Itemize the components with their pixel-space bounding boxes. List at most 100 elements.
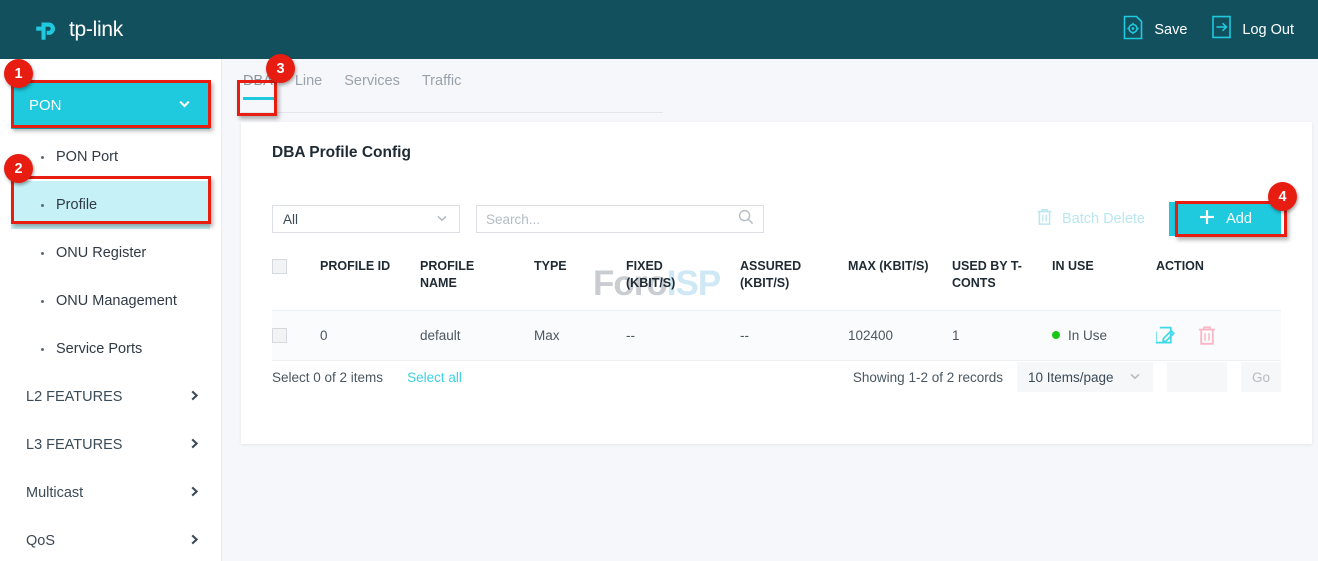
save-button[interactable]: Save [1121,15,1187,45]
chevron-down-icon [1128,369,1142,386]
logout-label: Log Out [1242,22,1294,38]
col-line1: ASSURED [740,258,848,275]
filter-select-value: All [283,212,298,227]
row-select-cell [272,310,320,360]
cell-max: 102400 [848,310,952,360]
bullet-icon [41,348,44,351]
column-used-by-tconts: USED BY T- CONTS [952,248,1052,310]
search-box[interactable] [476,205,764,233]
sidebar-group-multicast[interactable]: Multicast [0,469,221,517]
sidebar-group-l2-features[interactable]: L2 FEATURES [0,373,221,421]
sidebar-group-l3-features[interactable]: L3 FEATURES [0,421,221,469]
select-all-checkbox[interactable] [272,259,287,274]
col-line1: TYPE [534,258,626,275]
col-line1: MAX (KBIT/S) [848,258,952,275]
chevron-right-icon [188,437,201,454]
column-type: TYPE [534,248,626,310]
tp-link-logo-icon [32,15,62,45]
select-all-link[interactable]: Select all [407,370,462,385]
cell-profile-name: default [420,310,534,360]
col-line2: (KBIT/S) [740,275,848,292]
sidebar-item-label: PON Port [56,149,118,165]
tab-line[interactable]: Line [284,73,333,99]
chevron-right-icon [188,485,201,502]
app-root: tp-link S [0,0,1318,561]
table-row[interactable]: 0 default Max -- -- 102400 1 In Use [272,310,1281,360]
select-all-header-cell [272,248,320,310]
table-header-row: PROFILE ID PROFILE NAME TYPE FIXED (KBIT… [272,248,1281,310]
logout-button[interactable]: Log Out [1211,15,1294,44]
bullet-icon [41,252,44,255]
page-number-input[interactable] [1167,362,1227,392]
save-label: Save [1154,22,1187,38]
chevron-down-icon [177,96,192,115]
cell-assured: -- [740,310,848,360]
trash-icon [1036,208,1053,230]
sidebar-item-label: Service Ports [56,341,142,357]
header-actions: Save Log Out [1121,15,1294,45]
batch-delete-button[interactable]: Batch Delete [1036,208,1145,230]
pon-menu-header[interactable]: PON [11,81,210,129]
status-badge: In Use [1068,328,1107,343]
sidebar-group-label: L2 FEATURES [26,389,122,405]
sidebar-group-qos[interactable]: QoS [0,517,221,561]
add-label: Add [1226,211,1252,227]
search-input[interactable] [486,212,738,227]
tab-dba[interactable]: DBA [241,73,284,99]
plus-icon [1198,208,1216,230]
table-toolbar: All [272,204,1281,234]
cell-profile-id: 0 [320,310,420,360]
pagination-controls: Showing 1-2 of 2 records 10 Items/page G… [853,362,1281,392]
col-line1: FIXED [626,258,740,275]
bullet-icon [41,204,44,207]
sidebar-item-pon-port[interactable]: PON Port [11,133,210,181]
col-line1: PROFILE ID [320,258,420,275]
col-line1: IN USE [1052,258,1156,275]
page-size-value: 10 Items/page [1028,370,1114,385]
sidebar-group-label: QoS [26,533,55,549]
sidebar-item-label: Profile [56,197,97,213]
sidebar-item-profile[interactable]: Profile [11,181,210,229]
tab-traffic[interactable]: Traffic [411,73,472,99]
chevron-right-icon [188,533,201,550]
page-title: DBA Profile Config [272,144,411,162]
cell-fixed: -- [626,310,740,360]
go-button[interactable]: Go [1241,362,1281,392]
sidebar-item-onu-management[interactable]: ONU Management [11,277,210,325]
sidebar-group-label: Multicast [26,485,83,501]
cell-type: Max [534,310,626,360]
table-footer: Select 0 of 2 items Select all Showing 1… [272,362,1281,392]
column-assured: ASSURED (KBIT/S) [740,248,848,310]
chevron-down-icon [435,211,449,228]
sidebar-groups: L2 FEATURES L3 FEATURES Multicast QoS [0,373,221,561]
save-gear-document-icon [1121,15,1145,45]
pon-submenu: PON Port Profile ONU Register ONU Manage… [0,129,221,373]
col-line1: ACTION [1156,258,1281,275]
column-fixed: FIXED (KBIT/S) [626,248,740,310]
batch-delete-label: Batch Delete [1062,211,1145,227]
bullet-icon [41,156,44,159]
filter-select[interactable]: All [272,205,460,233]
add-button[interactable]: Add [1169,202,1281,236]
selection-count-text: Select 0 of 2 items [272,370,383,385]
col-line2: NAME [420,275,534,292]
column-profile-name: PROFILE NAME [420,248,534,310]
row-checkbox[interactable] [272,328,287,343]
cell-used-by-tconts: 1 [952,310,1052,360]
sidebar-item-service-ports[interactable]: Service Ports [11,325,210,373]
tab-services[interactable]: Services [333,73,411,99]
cell-action [1156,310,1281,360]
content-tabs: DBA Line Services Traffic [241,73,663,113]
col-line1: USED BY T- [952,258,1052,275]
column-in-use: IN USE [1052,248,1156,310]
col-line1: PROFILE [420,258,534,275]
column-max: MAX (KBIT/S) [848,248,952,310]
sidebar-item-onu-register[interactable]: ONU Register [11,229,210,277]
edit-pencil-icon[interactable] [1156,325,1177,346]
search-icon[interactable] [738,209,754,230]
row-delete-trash-icon[interactable] [1197,325,1217,346]
page-size-select[interactable]: 10 Items/page [1017,362,1153,392]
sidebar-group-label: L3 FEATURES [26,437,122,453]
chevron-right-icon [188,389,201,406]
brand-logo[interactable]: tp-link [32,15,123,45]
